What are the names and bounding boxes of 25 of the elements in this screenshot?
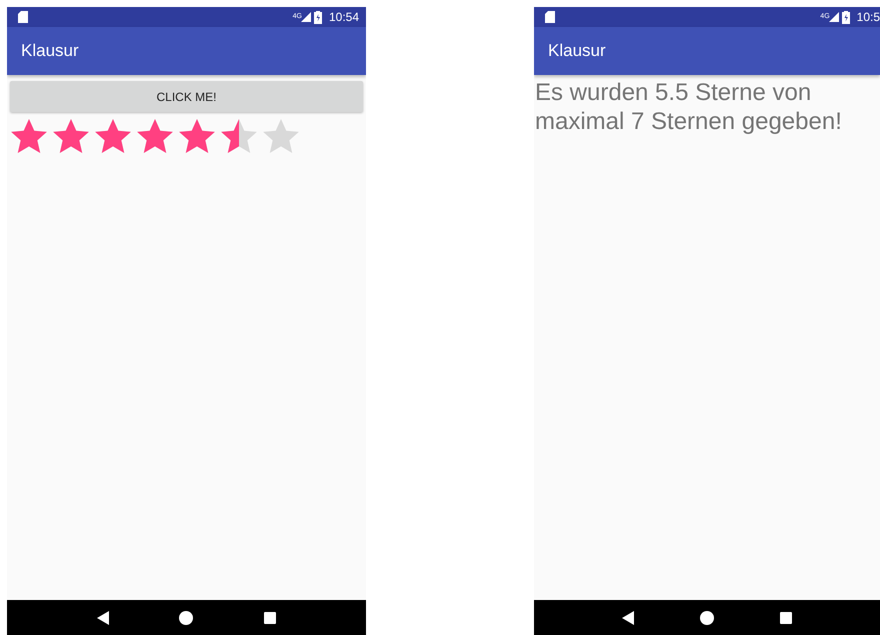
click-me-button[interactable]: CLICK ME!	[10, 81, 363, 112]
star-icon	[221, 119, 257, 153]
star-icon	[95, 119, 131, 153]
app-title: Klausur	[548, 41, 606, 61]
status-time: 10:54	[328, 10, 359, 24]
recents-icon[interactable]	[780, 612, 792, 624]
back-icon[interactable]	[97, 610, 110, 624]
star-icon	[11, 119, 47, 153]
home-icon[interactable]	[700, 610, 714, 624]
star-icon	[137, 119, 173, 153]
home-icon[interactable]	[179, 610, 194, 624]
sd-card-icon	[545, 11, 555, 23]
signal-icon	[828, 12, 839, 22]
star-icon	[263, 119, 299, 153]
star-icon	[179, 119, 215, 153]
app-title: Klausur	[21, 41, 79, 61]
back-icon[interactable]	[622, 610, 634, 624]
battery-icon	[314, 10, 322, 24]
sd-card-icon	[18, 11, 28, 23]
recents-icon[interactable]	[264, 612, 276, 624]
result-message: Es wurden 5.5 Sterne von maximal 7 Sternen gegeben!	[535, 79, 843, 137]
status-time: 10:5	[856, 10, 880, 24]
star-icon	[53, 119, 89, 153]
battery-icon	[842, 10, 850, 24]
signal-icon	[300, 12, 311, 22]
